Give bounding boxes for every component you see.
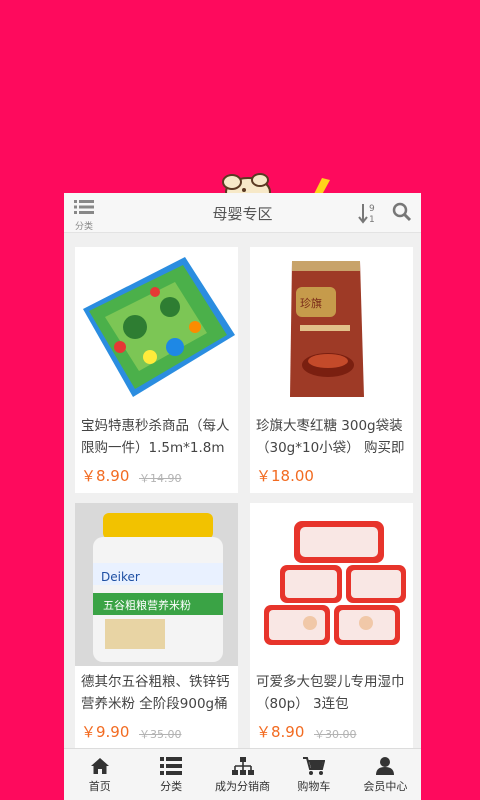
product-original-price: ￥30.00 [314,728,357,741]
list-icon [160,757,183,775]
bottom-tab-bar: 首页 分类 成为分销商 购物车 会员中心 [64,748,421,800]
product-name: 珍旗大枣红糖 300g袋装（30g*10小袋） 购买即 [256,418,405,456]
tab-label: 成为分销商 [215,780,271,793]
tab-home[interactable]: 首页 [64,749,135,800]
product-card[interactable]: 可爱多大包婴儿专用湿巾（80p） 3连包 ￥8.90 ￥30.00 [250,503,413,749]
svg-text:珍旗: 珍旗 [300,296,322,310]
page-title: 母婴专区 [212,205,273,223]
tab-label: 购物车 [297,780,331,793]
product-original-price: ￥14.90 [139,472,182,485]
product-price: ￥18.00 [256,467,314,485]
cart-icon [302,757,325,775]
svg-text:Deiker: Deiker [101,570,140,584]
product-name: 德其尔五谷粗粮、铁锌钙营养米粉 全阶段900g桶 [81,674,230,712]
user-icon [376,757,395,775]
product-price: ￥8.90 [256,723,305,741]
product-card[interactable]: 珍旗 珍旗大枣红糖 300g袋装（30g*10小袋） 购买即 ￥18.00 [250,247,413,493]
svg-text:9: 9 [369,204,375,214]
tab-label: 分类 [160,780,183,793]
product-image-rice-cereal-tub: Deiker 五谷粗粮营养米粉 [75,503,238,666]
tab-label: 首页 [88,780,111,793]
product-card[interactable]: Deiker 五谷粗粮营养米粉 德其尔五谷粗粮、铁锌钙营养米粉 全阶段900g桶… [75,503,238,749]
product-original-price: ￥35.00 [139,728,182,741]
sort-icon[interactable]: 9 1 [358,202,378,224]
product-name: 可爱多大包婴儿专用湿巾（80p） 3连包 [256,674,405,712]
svg-text:五谷粗粮营养米粉: 五谷粗粮营养米粉 [103,598,191,612]
tab-category[interactable]: 分类 [135,749,206,800]
product-image-play-mat [75,247,238,410]
product-image-baby-wipes [250,503,413,666]
product-image-brown-sugar-bag: 珍旗 [250,247,413,410]
product-name: 宝妈特惠秒杀商品（每人限购一件）1.5m*1.8m [81,418,230,456]
category-label: 分类 [74,222,93,232]
product-card[interactable]: 宝妈特惠秒杀商品（每人限购一件）1.5m*1.8m ￥8.90 ￥14.90 [75,247,238,493]
tab-member-center[interactable]: 会员中心 [350,749,421,800]
search-icon[interactable] [392,202,412,222]
tab-cart[interactable]: 购物车 [278,749,349,800]
app-panel: 分类 母婴专区 9 1 宝妈特惠秒杀商品（每人限购一件）1.5m*1.8m ￥8… [64,193,421,800]
network-icon [231,757,254,775]
svg-text:1: 1 [369,215,375,224]
header-bar: 分类 母婴专区 9 1 [64,193,421,233]
product-price: ￥9.90 [81,723,130,741]
product-price: ￥8.90 [81,467,130,485]
list-icon [74,200,94,214]
tab-distributor[interactable]: 成为分销商 [207,749,278,800]
tab-label: 会员中心 [363,780,408,793]
home-icon [90,758,109,774]
category-button[interactable]: 分类 [72,199,96,232]
